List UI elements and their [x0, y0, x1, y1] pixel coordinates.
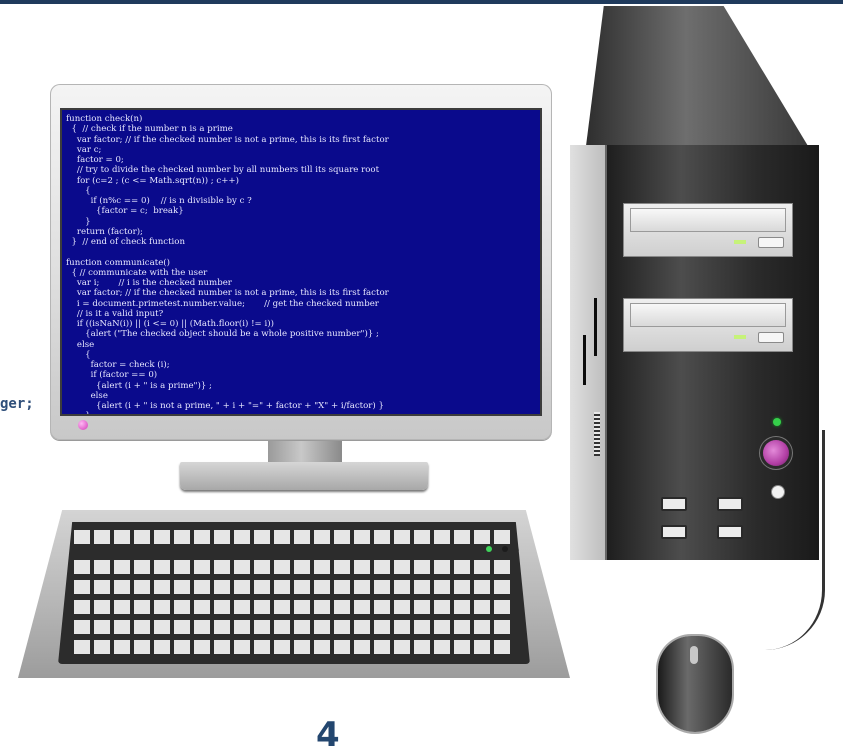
- drive-tray: [630, 208, 786, 232]
- number-key-row[interactable]: [74, 560, 514, 574]
- code-line: function communicate(): [66, 257, 170, 268]
- drive-tray: [630, 303, 786, 327]
- code-line: {alert (i + " is a prime")} ;: [66, 380, 212, 391]
- optical-drive-2[interactable]: [623, 298, 793, 352]
- code-line: {factor = c; break}: [66, 206, 184, 217]
- caps-lock-led: [502, 546, 508, 552]
- monitor-screen: function check(n) { // check if the numb…: [60, 108, 542, 416]
- keyboard[interactable]: [18, 510, 570, 678]
- code-line: // try to divide the checked number by a…: [66, 165, 380, 176]
- code-line: }: [66, 411, 90, 414]
- code-line: { // communicate with the user: [66, 267, 208, 278]
- code-line: // is it a valid input?: [66, 308, 164, 319]
- monitor-stand: [180, 462, 428, 490]
- keyboard-deck: [58, 522, 530, 664]
- scroll-lock-led: [518, 546, 524, 552]
- code-line: i = document.primetest.number.value; // …: [66, 298, 379, 309]
- tower-top-panel: [586, 6, 808, 146]
- code-line: if (factor == 0): [66, 370, 158, 381]
- code-line: else: [66, 390, 108, 401]
- mouse-cable: [742, 430, 825, 650]
- space-key-row[interactable]: [74, 640, 514, 654]
- monitor-power-led[interactable]: [78, 420, 88, 430]
- scroll-wheel[interactable]: [690, 646, 698, 664]
- tower-vent-grille: [594, 412, 600, 456]
- eject-button[interactable]: [758, 332, 784, 343]
- source-code: function check(n) { // check if the numb…: [62, 110, 540, 414]
- usb-port[interactable]: [661, 497, 687, 511]
- code-line: if ((isNaN(i)) || (i <= 0) || (Math.floo…: [66, 319, 274, 329]
- code-line: factor = check (i);: [66, 360, 170, 370]
- optical-drive-1[interactable]: [623, 203, 793, 257]
- usb-port[interactable]: [717, 525, 743, 539]
- drive-led: [734, 335, 746, 339]
- code-line: var factor; // if the checked number is …: [66, 288, 389, 299]
- code-line: function check(n): [66, 114, 143, 124]
- function-key-row[interactable]: [74, 530, 514, 544]
- drive-led: [734, 240, 746, 244]
- letter-key-row[interactable]: [74, 580, 514, 594]
- code-line: if (n%c == 0) // is n divisible by c ?: [66, 196, 252, 206]
- code-line: { // check if the number n is a prime: [66, 124, 233, 135]
- code-line: var c;: [66, 144, 102, 155]
- code-line: var i; // i is the checked number: [66, 278, 232, 288]
- tower-side-panel: [570, 145, 606, 560]
- tower-vent-slot: [594, 298, 597, 356]
- eject-button[interactable]: [758, 237, 784, 248]
- letter-key-row[interactable]: [74, 620, 514, 634]
- code-line: else: [66, 339, 95, 350]
- usb-port[interactable]: [717, 497, 743, 511]
- top-border: [0, 0, 843, 4]
- status-led: [773, 418, 781, 426]
- usb-port[interactable]: [661, 525, 687, 539]
- code-line: {alert (i + " is not a prime, " + i + "=…: [66, 401, 384, 411]
- code-line: }: [66, 216, 91, 227]
- code-line: var factor; // if the checked number is …: [66, 134, 389, 145]
- monitor: function check(n) { // check if the numb…: [50, 84, 552, 440]
- code-line: {: [66, 349, 91, 360]
- num-lock-led: [486, 546, 492, 552]
- code-line: factor = 0;: [66, 155, 124, 165]
- letter-key-row[interactable]: [74, 600, 514, 614]
- tower-vent-slot: [583, 335, 586, 385]
- background-code-fragment: ger;: [0, 396, 34, 412]
- code-line: {alert ("The checked object should be a …: [66, 329, 379, 340]
- code-line: } // end of check function: [66, 237, 186, 247]
- code-line: {: [66, 185, 91, 196]
- code-line: for (c=2 ; (c <= Math.sqrt(n)) ; c++): [66, 175, 239, 186]
- code-line: return (factor);: [66, 226, 143, 237]
- computer-mouse[interactable]: [658, 636, 732, 732]
- background-glyph: 4: [316, 715, 340, 755]
